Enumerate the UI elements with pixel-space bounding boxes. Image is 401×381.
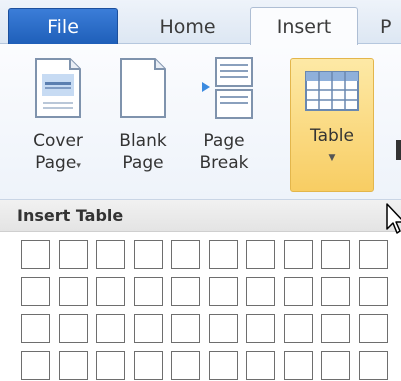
table-grid-cell[interactable] (283, 240, 313, 269)
table-grid-cell[interactable] (96, 277, 125, 306)
tab-home[interactable]: Home (135, 9, 240, 45)
table-grid-cell[interactable] (58, 277, 88, 306)
table-grid-cell[interactable] (208, 277, 238, 306)
table-grid-cell[interactable] (21, 351, 50, 380)
table-grid-cell[interactable] (358, 277, 388, 306)
insert-table-dropdown: Insert Table (0, 200, 401, 381)
table-grid-cell[interactable] (208, 240, 238, 269)
table-grid-cell[interactable] (21, 277, 50, 306)
page-break-button[interactable]: Page Break (184, 54, 264, 194)
table-grid-cell[interactable] (58, 351, 88, 380)
page-break-label: Page Break (199, 131, 249, 173)
table-grid-cell[interactable] (246, 277, 275, 306)
table-grid-cell[interactable] (358, 240, 388, 269)
table-grid-cell[interactable] (133, 277, 163, 306)
table-grid-cell[interactable] (171, 314, 200, 343)
blank-page-icon (115, 56, 171, 120)
blank-page-button[interactable]: Blank Page (108, 54, 178, 194)
table-grid-cell[interactable] (96, 314, 125, 343)
page-break-icon (196, 56, 253, 120)
table-grid-cell[interactable] (96, 351, 125, 380)
tab-page-layout[interactable]: P (380, 9, 401, 45)
table-grid-cell[interactable] (208, 351, 238, 380)
table-grid-cell[interactable] (321, 314, 350, 343)
table-grid-cell[interactable] (208, 314, 238, 343)
table-grid-cell[interactable] (96, 240, 125, 269)
table-grid-cell[interactable] (133, 240, 163, 269)
table-grid-cell[interactable] (283, 314, 313, 343)
tab-insert[interactable]: Insert (250, 7, 358, 45)
ribbon-insert-panel: Cover Page▾ Blank Page Page Break Table … (0, 44, 401, 200)
cover-page-label: Cover Page▾ (33, 131, 83, 173)
cover-page-button[interactable]: Cover Page▾ (18, 54, 98, 194)
table-grid-cell[interactable] (283, 277, 313, 306)
next-button-edge (396, 140, 401, 160)
table-grid-cell[interactable] (321, 277, 350, 306)
mouse-cursor-icon (386, 203, 401, 234)
table-grid-cell[interactable] (358, 314, 388, 343)
insert-table-title: Insert Table (0, 200, 401, 232)
table-grid-cell[interactable] (246, 240, 275, 269)
table-grid-cell[interactable] (58, 314, 88, 343)
table-grid-cell[interactable] (21, 314, 50, 343)
table-grid-cell[interactable] (171, 351, 200, 380)
table-grid-cell[interactable] (58, 240, 88, 269)
table-grid-cell[interactable] (133, 314, 163, 343)
tab-file[interactable]: File (8, 8, 118, 44)
blank-page-label: Blank Page (119, 131, 167, 173)
table-grid-cell[interactable] (133, 351, 163, 380)
table-icon (305, 71, 359, 111)
table-grid-cell[interactable] (21, 240, 50, 269)
table-grid-cell[interactable] (283, 351, 313, 380)
table-grid-cell[interactable] (171, 277, 200, 306)
table-grid-cell[interactable] (321, 240, 350, 269)
ribbon-tab-bar: File Home Insert P (0, 0, 401, 45)
table-grid-cell[interactable] (321, 351, 350, 380)
table-label: Table ▼ (310, 125, 354, 169)
table-grid-cell[interactable] (171, 240, 200, 269)
table-grid-cell[interactable] (246, 314, 275, 343)
table-button[interactable]: Table ▼ (290, 58, 374, 192)
table-grid-cell[interactable] (246, 351, 275, 380)
table-grid-cell[interactable] (358, 351, 388, 380)
cover-page-icon (30, 56, 86, 120)
table-dropdown-arrow: ▼ (328, 153, 336, 163)
